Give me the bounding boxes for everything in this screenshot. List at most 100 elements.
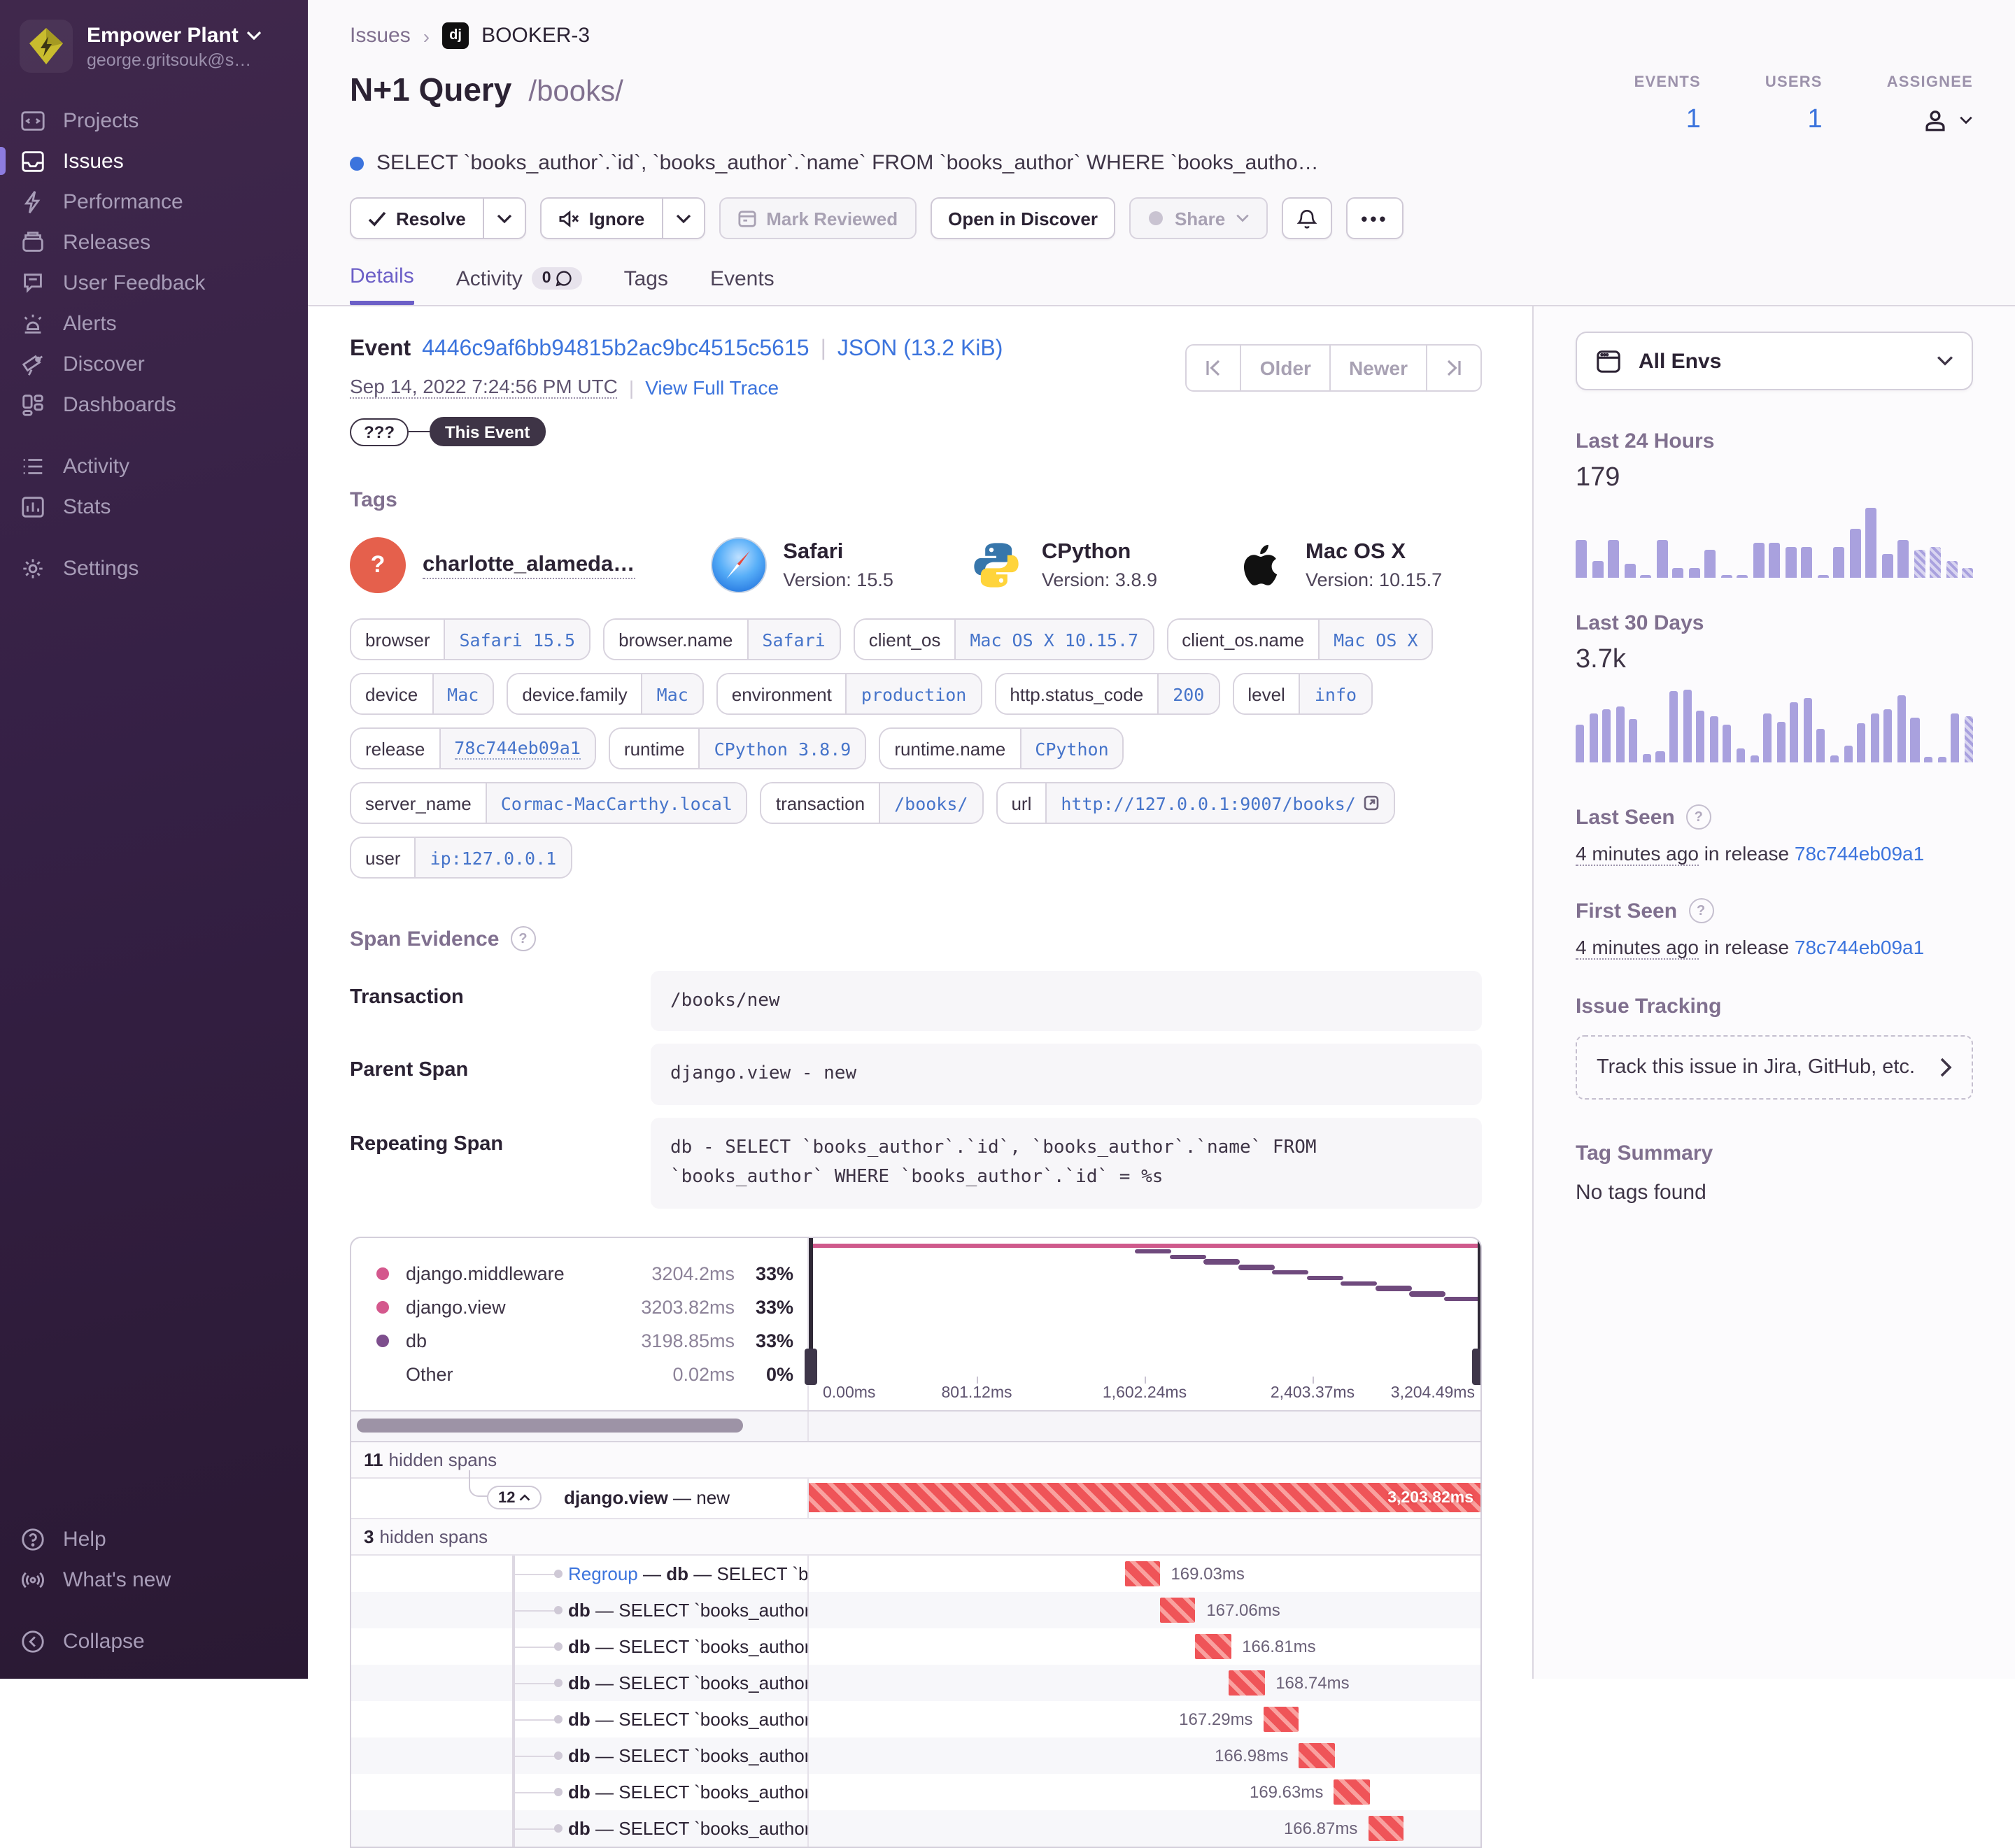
tag-value-link[interactable]: production xyxy=(845,674,981,713)
sidebar-item-activity[interactable]: Activity xyxy=(20,446,308,487)
span-row-description[interactable]: Regroup — db — SELECT `boo xyxy=(351,1555,809,1592)
horizontal-scrollbar[interactable] xyxy=(357,1419,743,1433)
minimap-left-handle[interactable] xyxy=(804,1237,817,1385)
tag-value-link[interactable]: CPython 3.8.9 xyxy=(698,729,865,768)
span-bar-django-view[interactable]: 3,203.82ms xyxy=(809,1483,1480,1513)
tag-value-link[interactable]: Safari 15.5 xyxy=(444,620,590,659)
breadcrumb-issues-link[interactable]: Issues xyxy=(350,24,411,48)
tag-value-link[interactable]: info xyxy=(1299,674,1371,713)
event-id-link[interactable]: 4446c9af6bb94815b2ac9bc4515c5615 xyxy=(422,337,809,362)
tag-value-link[interactable]: Safari xyxy=(747,620,840,659)
share-lock-icon xyxy=(1149,211,1164,225)
tag-value-link[interactable]: Mac OS X xyxy=(1318,620,1432,659)
waterfall-minimap[interactable]: 0.00ms 801.12ms 1,602.24ms 2,403.37ms 3,204.… xyxy=(804,1237,1480,1410)
sidebar-item-collapse[interactable]: Collapse xyxy=(20,1621,308,1662)
sidebar-item-discover[interactable]: Discover xyxy=(20,344,308,385)
trace-unknown-pill[interactable]: ??? xyxy=(350,418,409,446)
release-link[interactable]: 78c744eb09a1 xyxy=(1795,936,1924,958)
mark-reviewed-button[interactable]: Mark Reviewed xyxy=(719,197,917,239)
span-duration-bar[interactable] xyxy=(1195,1633,1231,1659)
tag-value-link[interactable]: 78c744eb09a1 xyxy=(439,729,595,768)
span-duration-bar[interactable] xyxy=(1124,1561,1161,1586)
tag-value-link[interactable]: Mac xyxy=(432,674,493,713)
span-row-label: Regroup — db — SELECT `boo xyxy=(568,1563,809,1584)
chart-bar xyxy=(1924,757,1933,762)
tag-value-link[interactable]: ip:127.0.0.1 xyxy=(414,838,571,877)
older-event-button[interactable]: Older xyxy=(1241,344,1331,392)
ignore-button[interactable]: Ignore xyxy=(539,197,663,239)
hidden-spans-row[interactable]: 3 hidden spans xyxy=(351,1519,1480,1556)
sidebar-item-alerts[interactable]: Alerts xyxy=(20,304,308,344)
span-row-description[interactable]: db — SELECT `books_author` xyxy=(351,1664,809,1701)
org-switcher[interactable]: Empower Plant george.gritsouk@s… xyxy=(0,0,308,78)
users-count-link[interactable]: 1 xyxy=(1808,105,1823,136)
newer-event-button[interactable]: Newer xyxy=(1330,344,1427,392)
view-full-trace-link[interactable]: View Full Trace xyxy=(645,376,779,398)
resolve-button[interactable]: Resolve xyxy=(350,197,484,239)
event-json-link[interactable]: JSON (13.2 KiB) xyxy=(837,337,1003,362)
subscribe-bell-button[interactable] xyxy=(1281,197,1332,239)
sidebar-item-stats[interactable]: Stats xyxy=(20,487,308,527)
tab-tags[interactable]: Tags xyxy=(624,264,668,305)
sidebar-item-user-feedback[interactable]: User Feedback xyxy=(20,263,308,304)
sidebar-item-help[interactable]: Help xyxy=(20,1519,308,1560)
oldest-event-button[interactable] xyxy=(1185,344,1242,392)
span-row-description[interactable]: db — SELECT `books_author` xyxy=(351,1773,809,1810)
track-issue-button[interactable]: Track this issue in Jira, GitHub, etc. xyxy=(1576,1035,1973,1100)
assignee-dropdown[interactable] xyxy=(1920,105,1973,136)
span-row-description[interactable]: db — SELECT `books_author` xyxy=(351,1737,809,1774)
python-icon xyxy=(969,537,1025,593)
tag-value-link[interactable]: CPython xyxy=(1019,729,1123,768)
tab-activity[interactable]: Activity 0 xyxy=(456,264,582,305)
tag-value-link[interactable]: 200 xyxy=(1157,674,1219,713)
minimap-transaction-bar xyxy=(810,1243,1479,1249)
tag-value-link[interactable]: Cormac-MacCarthy.local xyxy=(485,783,747,823)
sidebar-item-settings[interactable]: Settings xyxy=(20,548,308,589)
resolve-dropdown-button[interactable] xyxy=(483,197,526,239)
hidden-spans-row[interactable]: 11 hidden spans xyxy=(351,1442,1480,1479)
help-icon[interactable]: ? xyxy=(1688,898,1714,923)
help-icon[interactable]: ? xyxy=(1685,804,1711,830)
settings-icon xyxy=(20,555,46,582)
collapse-group-button[interactable]: 12 xyxy=(487,1486,542,1510)
minimap-right-handle[interactable] xyxy=(1472,1237,1480,1385)
tag-pill-server-name: server_name Cormac-MacCarthy.local xyxy=(350,782,748,824)
span-duration-bar[interactable] xyxy=(1263,1706,1299,1732)
span-row-description[interactable]: db — SELECT `books_author` xyxy=(351,1591,809,1628)
span-duration-bar[interactable] xyxy=(1299,1742,1335,1768)
span-row-description[interactable]: db — SELECT `books_author` xyxy=(351,1700,809,1737)
span-row-description[interactable]: db — SELECT `books_author` xyxy=(351,1810,809,1847)
open-in-discover-button[interactable]: Open in Discover xyxy=(930,197,1116,239)
tag-value-link[interactable]: Mac OS X 10.15.7 xyxy=(954,620,1153,659)
span-duration-bar[interactable] xyxy=(1160,1597,1196,1623)
environment-filter[interactable]: All Envs xyxy=(1576,332,1973,390)
more-actions-button[interactable]: ••• xyxy=(1345,197,1404,239)
sidebar-item-what-s-new[interactable]: What's new xyxy=(20,1560,308,1600)
sidebar-item-projects[interactable]: Projects xyxy=(20,101,308,141)
tab-details[interactable]: Details xyxy=(350,264,414,305)
span-row-description[interactable]: db — SELECT `books_author` xyxy=(351,1628,809,1665)
sidebar-item-dashboards[interactable]: Dashboards xyxy=(20,385,308,425)
tag-value-link[interactable]: Mac xyxy=(641,674,702,713)
share-button[interactable]: Share xyxy=(1129,197,1268,239)
ignore-dropdown-button[interactable] xyxy=(663,197,705,239)
span-duration-bar[interactable] xyxy=(1334,1779,1370,1805)
sidebar-item-label: Discover xyxy=(63,353,145,376)
span-duration-bar[interactable] xyxy=(1229,1670,1265,1696)
release-link[interactable]: 78c744eb09a1 xyxy=(1795,842,1924,865)
this-event-pill[interactable]: This Event xyxy=(430,417,546,446)
sidebar-item-issues[interactable]: Issues xyxy=(0,141,308,182)
tab-events[interactable]: Events xyxy=(710,264,775,305)
app-root: Empower Plant george.gritsouk@s… Project… xyxy=(0,0,2015,1848)
tag-value-link[interactable]: http://127.0.0.1:9007/books/ xyxy=(1045,783,1394,823)
sidebar-item-releases[interactable]: Releases xyxy=(20,222,308,263)
tag-value-link[interactable]: /books/ xyxy=(879,783,982,823)
action-bar: Resolve Ignore Mark Reviewed Open in Dis… xyxy=(350,197,1973,239)
sidebar-item-performance[interactable]: Performance xyxy=(20,182,308,222)
chart-bar xyxy=(1865,508,1876,578)
events-count-link[interactable]: 1 xyxy=(1686,105,1701,136)
regroup-link[interactable]: Regroup xyxy=(568,1563,638,1584)
help-icon[interactable]: ? xyxy=(510,926,536,951)
newest-event-button[interactable] xyxy=(1427,344,1482,392)
span-duration-bar[interactable] xyxy=(1368,1815,1404,1841)
